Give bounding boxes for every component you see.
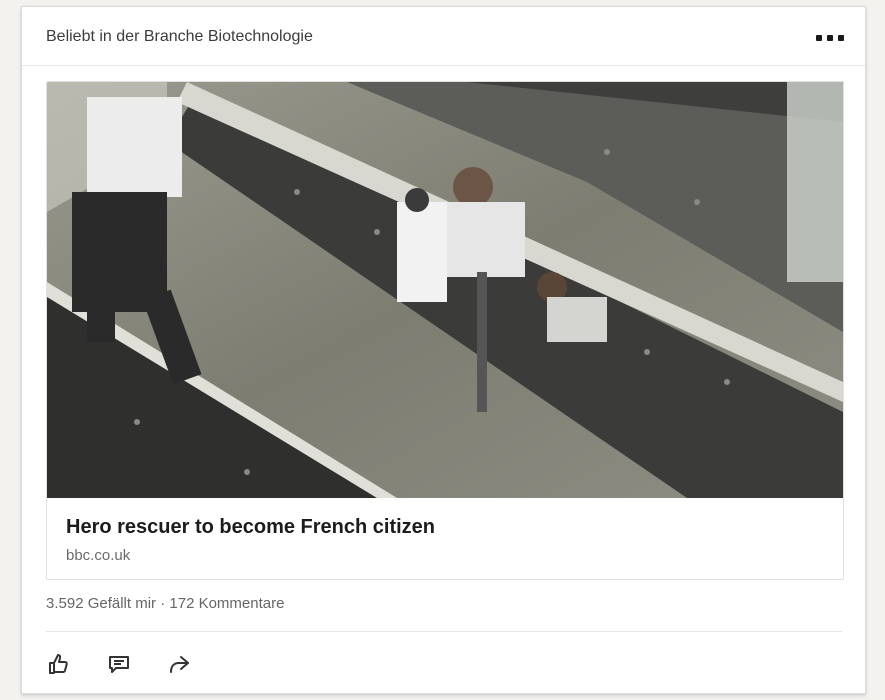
share-button[interactable] bbox=[166, 651, 192, 677]
comment-icon bbox=[109, 656, 129, 673]
article-title[interactable]: Hero rescuer to become French citizen bbox=[66, 516, 435, 539]
article-image[interactable] bbox=[47, 82, 843, 498]
feed-card: Beliebt in der Branche Biotechnologie He… bbox=[21, 6, 866, 694]
card-header: Beliebt in der Branche Biotechnologie bbox=[22, 7, 865, 66]
divider bbox=[46, 631, 842, 632]
article-source: bbc.co.uk bbox=[66, 547, 131, 564]
action-bar bbox=[46, 651, 192, 677]
like-button[interactable] bbox=[46, 651, 72, 677]
more-dots-icon bbox=[816, 35, 822, 41]
comments-count[interactable]: 172 Kommentare bbox=[169, 595, 284, 612]
article-preview[interactable]: Hero rescuer to become French citizen bb… bbox=[46, 81, 844, 580]
card-header-title: Beliebt in der Branche Biotechnologie bbox=[46, 28, 313, 45]
share-arrow-icon bbox=[170, 656, 189, 673]
social-counts: 3.592 Gefällt mir · 172 Kommentare bbox=[46, 595, 284, 612]
more-options-button[interactable] bbox=[811, 29, 849, 47]
likes-count[interactable]: 3.592 Gefällt mir bbox=[46, 595, 156, 612]
comment-button[interactable] bbox=[106, 651, 132, 677]
thumbs-up-icon bbox=[49, 654, 68, 674]
stats-separator: · bbox=[160, 595, 166, 612]
